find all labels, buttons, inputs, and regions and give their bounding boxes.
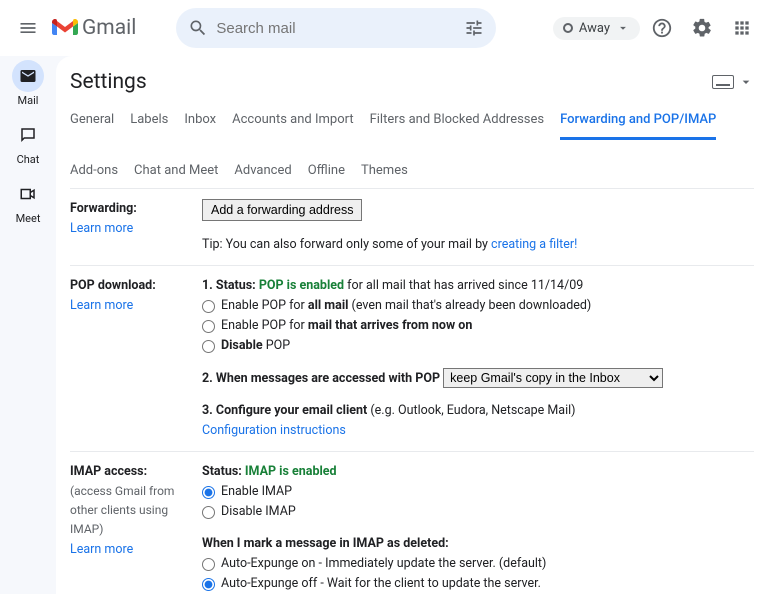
tab-filters[interactable]: Filters and Blocked Addresses bbox=[370, 104, 545, 139]
away-status-icon bbox=[563, 23, 573, 33]
imap-radio-disable[interactable] bbox=[202, 506, 215, 519]
pop-step3: 3. Configure your email client (e.g. Out… bbox=[202, 401, 754, 421]
imap-learn-more-link[interactable]: Learn more bbox=[70, 542, 133, 557]
tab-accounts[interactable]: Accounts and Import bbox=[232, 104, 353, 139]
pop-radio-all[interactable] bbox=[202, 300, 215, 313]
expunge-radio-off[interactable] bbox=[202, 578, 215, 591]
imap-heading: IMAP access: bbox=[70, 462, 202, 482]
pop-radio-disable[interactable] bbox=[202, 340, 215, 353]
gear-icon bbox=[691, 17, 713, 39]
create-filter-link[interactable]: creating a filter! bbox=[491, 237, 577, 252]
imap-radio-enable[interactable] bbox=[202, 486, 215, 499]
help-icon bbox=[651, 17, 673, 39]
rail-item-meet[interactable]: Meet bbox=[12, 178, 44, 225]
forwarding-tip: Tip: You can also forward only some of y… bbox=[202, 235, 754, 255]
imap-option-enable[interactable]: Enable IMAP bbox=[202, 482, 754, 502]
header-right: Away bbox=[553, 10, 760, 46]
pop-option-all-mail[interactable]: Enable POP for all mail (even mail that'… bbox=[202, 296, 754, 316]
gmail-logo[interactable]: Gmail bbox=[52, 16, 136, 40]
presence-status-chip[interactable]: Away bbox=[553, 17, 640, 40]
tab-themes[interactable]: Themes bbox=[361, 155, 408, 188]
pop-option-now-on[interactable]: Enable POP for mail that arrives from no… bbox=[202, 316, 754, 336]
page-title: Settings bbox=[70, 70, 147, 94]
imap-expunge-on[interactable]: Auto-Expunge on - Immediately update the… bbox=[202, 554, 754, 574]
pop-config-instructions-link[interactable]: Configuration instructions bbox=[202, 423, 346, 438]
input-tools-button[interactable] bbox=[712, 74, 754, 90]
pop-option-disable[interactable]: Disable POP bbox=[202, 336, 754, 356]
app-header: Gmail Away bbox=[0, 0, 768, 56]
apps-button[interactable] bbox=[724, 10, 760, 46]
expunge-radio-on[interactable] bbox=[202, 558, 215, 571]
tab-general[interactable]: General bbox=[70, 104, 114, 139]
rail-item-chat[interactable]: Chat bbox=[12, 119, 44, 166]
apps-grid-icon bbox=[732, 18, 752, 38]
tune-icon bbox=[464, 18, 484, 38]
chat-icon bbox=[12, 119, 44, 151]
forwarding-heading: Forwarding: bbox=[70, 199, 202, 219]
settings-button[interactable] bbox=[684, 10, 720, 46]
main-content: Settings General Labels Inbox Accounts a… bbox=[56, 56, 768, 594]
search-options-button[interactable] bbox=[464, 18, 484, 38]
tab-inbox[interactable]: Inbox bbox=[184, 104, 216, 139]
left-nav-rail: Mail Chat Meet bbox=[0, 56, 56, 594]
settings-tabs: General Labels Inbox Accounts and Import… bbox=[70, 104, 754, 189]
main-menu-button[interactable] bbox=[8, 8, 48, 48]
imap-status-line: Status: IMAP is enabled bbox=[202, 462, 754, 482]
section-imap: IMAP access: (access Gmail from other cl… bbox=[70, 452, 754, 594]
section-forwarding: Forwarding: Learn more Add a forwarding … bbox=[70, 189, 754, 266]
pop-status-line: 1. Status: POP is enabled for all mail t… bbox=[202, 276, 754, 296]
keyboard-icon bbox=[712, 75, 734, 89]
rail-label: Mail bbox=[18, 94, 39, 107]
add-forwarding-address-button[interactable]: Add a forwarding address bbox=[202, 199, 362, 221]
search-bar[interactable] bbox=[176, 8, 496, 48]
dropdown-icon bbox=[738, 74, 754, 90]
tab-labels[interactable]: Labels bbox=[130, 104, 168, 139]
rail-item-mail[interactable]: Mail bbox=[12, 60, 44, 107]
tab-forwarding-pop-imap[interactable]: Forwarding and POP/IMAP bbox=[560, 104, 716, 140]
support-button[interactable] bbox=[644, 10, 680, 46]
tab-addons[interactable]: Add-ons bbox=[70, 155, 118, 188]
pop-learn-more-link[interactable]: Learn more bbox=[70, 298, 133, 313]
tab-chat-meet[interactable]: Chat and Meet bbox=[134, 155, 218, 188]
forwarding-learn-more-link[interactable]: Learn more bbox=[70, 221, 133, 236]
chevron-down-icon bbox=[616, 21, 630, 35]
gmail-icon bbox=[52, 18, 78, 38]
search-input[interactable] bbox=[216, 20, 464, 37]
imap-subtext: (access Gmail from other clients using I… bbox=[70, 482, 202, 540]
pop-access-action-select[interactable]: keep Gmail's copy in the Inbox bbox=[443, 368, 663, 388]
status-label: Away bbox=[579, 21, 610, 36]
mail-icon bbox=[12, 60, 44, 92]
pop-radio-nowon[interactable] bbox=[202, 320, 215, 333]
rail-label: Chat bbox=[17, 153, 40, 166]
imap-deleted-heading: When I mark a message in IMAP as deleted… bbox=[202, 536, 449, 551]
section-pop: POP download: Learn more 1. Status: POP … bbox=[70, 266, 754, 452]
logo-text: Gmail bbox=[82, 16, 136, 40]
tab-offline[interactable]: Offline bbox=[308, 155, 345, 188]
pop-step2: 2. When messages are accessed with POP k… bbox=[202, 368, 754, 389]
imap-expunge-off[interactable]: Auto-Expunge off - Wait for the client t… bbox=[202, 574, 754, 594]
tab-advanced[interactable]: Advanced bbox=[234, 155, 291, 188]
imap-option-disable[interactable]: Disable IMAP bbox=[202, 502, 754, 522]
pop-heading: POP download: bbox=[70, 276, 202, 296]
hamburger-icon bbox=[18, 18, 38, 38]
meet-icon bbox=[12, 178, 44, 210]
search-icon bbox=[188, 18, 208, 38]
rail-label: Meet bbox=[16, 212, 41, 225]
